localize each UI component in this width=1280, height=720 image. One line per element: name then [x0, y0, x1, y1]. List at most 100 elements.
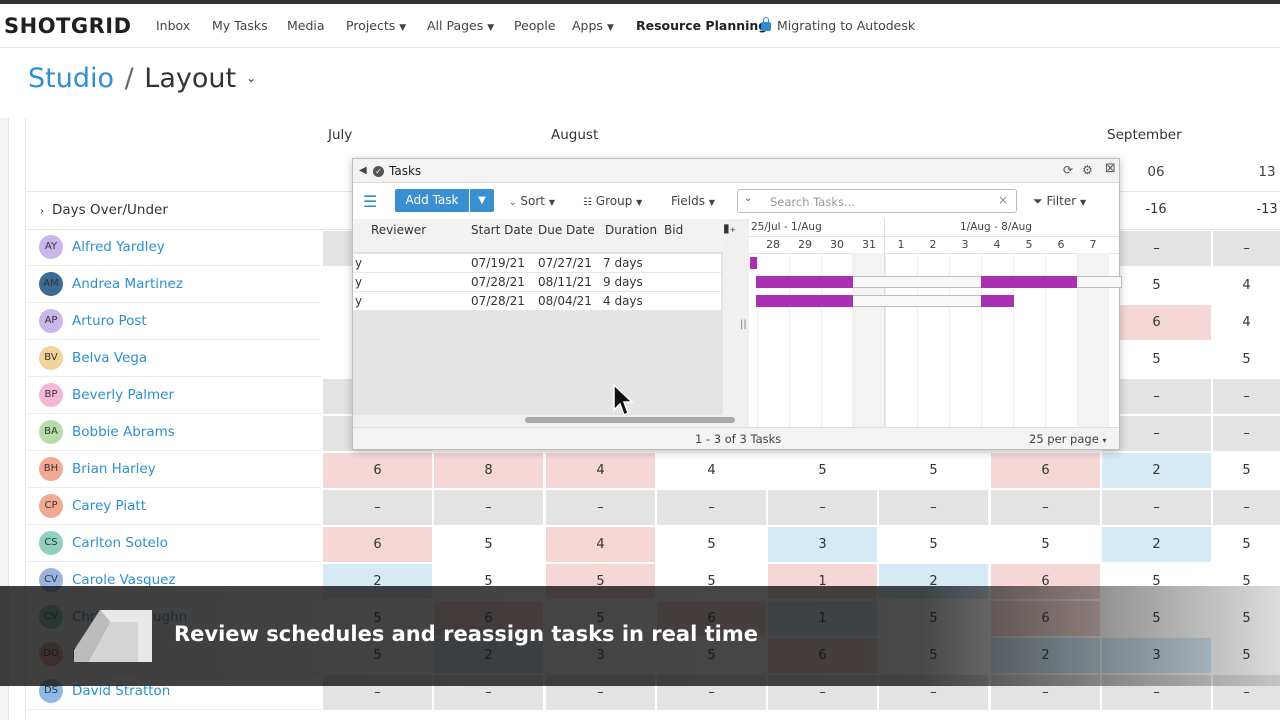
close-icon[interactable]: ⊠ [1105, 161, 1116, 176]
person-row[interactable]: AY Alfred Yardley [25, 229, 321, 266]
tasks-dialog-titlebar[interactable]: ◀ ✓ Tasks ⟳ ⚙ ⊠ [353, 159, 1119, 183]
filter-button[interactable]: ⏷ Filter ▼ [1033, 194, 1086, 209]
nav-all-pages[interactable]: All Pages ▼ [427, 18, 494, 33]
allocation-cell[interactable]: – [1102, 490, 1211, 525]
allocation-cell[interactable]: 4 [546, 527, 655, 562]
person-name[interactable]: Andrea Martinez [72, 276, 183, 292]
person-row[interactable]: BP Beverly Palmer [25, 377, 321, 414]
person-row[interactable]: BV Belva Vega [25, 340, 321, 377]
group-button[interactable]: ☷ Group ▼ [583, 194, 642, 208]
add-task-button[interactable]: Add Task [395, 189, 469, 212]
allocation-cell[interactable]: 5 [879, 453, 988, 488]
allocation-cell[interactable]: – [768, 490, 877, 525]
nav-people[interactable]: People [514, 18, 556, 33]
pane-splitter-handle[interactable]: || [740, 319, 747, 330]
nav-my-tasks[interactable]: My Tasks [212, 18, 268, 33]
per-page-select[interactable]: 25 per page ▾ [1029, 432, 1106, 446]
gantt-bar-task-3[interactable] [981, 295, 1014, 307]
allocation-cell[interactable]: 3 [768, 527, 877, 562]
allocation-cell[interactable]: – [1213, 379, 1280, 414]
add-task-dropdown[interactable]: ▼ [470, 189, 494, 212]
fields-button[interactable]: Fields ▼ [671, 194, 715, 208]
allocation-cell[interactable]: – [434, 490, 543, 525]
allocation-cell[interactable]: – [991, 490, 1100, 525]
refresh-icon[interactable]: ⟳ [1063, 163, 1073, 177]
allocation-cell[interactable]: 5 [768, 453, 877, 488]
chevron-down-icon[interactable]: ⌄ [246, 71, 256, 85]
allocation-cell[interactable]: – [1213, 416, 1280, 451]
person-row[interactable]: CS Carlton Sotelo [25, 525, 321, 562]
add-column-icon[interactable]: ▮₊ [723, 221, 736, 235]
nav-projects[interactable]: Projects ▼ [346, 18, 406, 33]
nav-media[interactable]: Media [287, 18, 325, 33]
shotgrid-logo[interactable]: SHOTGRID [4, 14, 132, 38]
task-row[interactable]: y 07/28/21 08/11/21 9 days [353, 273, 721, 292]
person-name[interactable]: Alfred Yardley [72, 239, 165, 255]
allocation-cell[interactable]: – [1213, 231, 1280, 266]
allocation-cell[interactable]: 4 [657, 453, 766, 488]
nav-migrating-to-autodesk[interactable]: Migrating to Autodesk [761, 17, 916, 33]
breadcrumb-separator: / [124, 63, 134, 94]
nav-apps[interactable]: Apps ▼ [572, 18, 614, 33]
allocation-cell[interactable]: 4 [1213, 305, 1280, 340]
allocation-cell[interactable]: 5 [657, 527, 766, 562]
allocation-cell[interactable]: 5 [991, 527, 1100, 562]
allocation-cell[interactable]: 2 [1102, 453, 1211, 488]
nav-inbox[interactable]: Inbox [156, 18, 190, 33]
allocation-cell[interactable]: 4 [546, 453, 655, 488]
column-header-duration[interactable]: Duration [605, 223, 657, 237]
sort-button[interactable]: ⌄ Sort ▼ [509, 194, 555, 208]
search-tasks-field[interactable]: ⌄ Search Tasks... × [737, 189, 1017, 213]
chevron-down-icon[interactable]: ⌄ [744, 193, 752, 204]
nav-label: Migrating to Autodesk [777, 18, 916, 33]
allocation-cell[interactable]: 6 [323, 527, 432, 562]
breadcrumb-studio[interactable]: Studio [28, 63, 114, 94]
allocation-cell[interactable]: – [657, 490, 766, 525]
allocation-cell[interactable]: 6 [323, 453, 432, 488]
clear-icon[interactable]: × [998, 193, 1008, 207]
person-row[interactable]: CP Carey Piatt [25, 488, 321, 525]
person-name[interactable]: Beverly Palmer [72, 387, 174, 403]
person-name[interactable]: Bobbie Abrams [72, 424, 175, 440]
person-row[interactable]: AM Andrea Martinez [25, 266, 321, 303]
allocation-cell[interactable]: 6 [991, 453, 1100, 488]
allocation-cell[interactable]: 5 [879, 527, 988, 562]
gantt-bar-task-2[interactable] [756, 276, 853, 288]
person-name[interactable]: Belva Vega [72, 350, 147, 366]
person-row[interactable]: AP Arturo Post [25, 303, 321, 340]
person-name[interactable]: Brian Harley [72, 461, 156, 477]
allocation-cell[interactable]: – [879, 490, 988, 525]
task-row[interactable]: y 07/19/21 07/27/21 7 days [353, 254, 721, 273]
person-name[interactable]: Carlton Sotelo [72, 535, 168, 551]
caption-text: Review schedules and reassign tasks in r… [174, 622, 758, 646]
allocation-cell[interactable]: – [323, 490, 432, 525]
gantt-bar-task-3[interactable] [756, 295, 853, 307]
allocation-cell[interactable]: – [546, 490, 655, 525]
allocation-cell[interactable]: 5 [434, 527, 543, 562]
list-view-icon[interactable]: ☰ [363, 192, 377, 211]
gantt-bar-task-1[interactable] [750, 257, 757, 269]
gantt-bar-task-2[interactable] [981, 276, 1077, 288]
allocation-cell[interactable]: 2 [1102, 527, 1211, 562]
person-name[interactable]: Carey Piatt [72, 498, 146, 514]
person-row[interactable]: BA Bobbie Abrams [25, 414, 321, 451]
person-row[interactable]: BH Brian Harley [25, 451, 321, 488]
allocation-cell[interactable]: 8 [434, 453, 543, 488]
task-cell-start: 07/28/21 [471, 294, 525, 308]
allocation-cell[interactable]: 5 [1213, 342, 1280, 377]
chevron-down-icon: ▼ [399, 23, 407, 33]
allocation-cell[interactable]: – [1213, 490, 1280, 525]
collapse-left-icon[interactable]: ◀ [359, 165, 367, 176]
task-row[interactable]: y 07/28/21 08/04/21 4 days [353, 292, 721, 311]
nav-resource-planning[interactable]: Resource Planning [636, 18, 767, 33]
gear-icon[interactable]: ⚙ [1082, 163, 1093, 177]
column-header-reviewer[interactable]: Reviewer [371, 223, 426, 237]
days-over-under-row[interactable]: › Days Over/Under [40, 202, 168, 218]
column-header-start-date[interactable]: Start Date [471, 223, 533, 237]
column-header-due-date[interactable]: Due Date [538, 223, 595, 237]
column-header-bid[interactable]: Bid [664, 223, 683, 237]
allocation-cell[interactable]: 4 [1213, 268, 1280, 303]
allocation-cell[interactable]: 5 [1213, 527, 1280, 562]
person-name[interactable]: Arturo Post [72, 313, 147, 329]
allocation-cell[interactable]: 5 [1213, 453, 1280, 488]
